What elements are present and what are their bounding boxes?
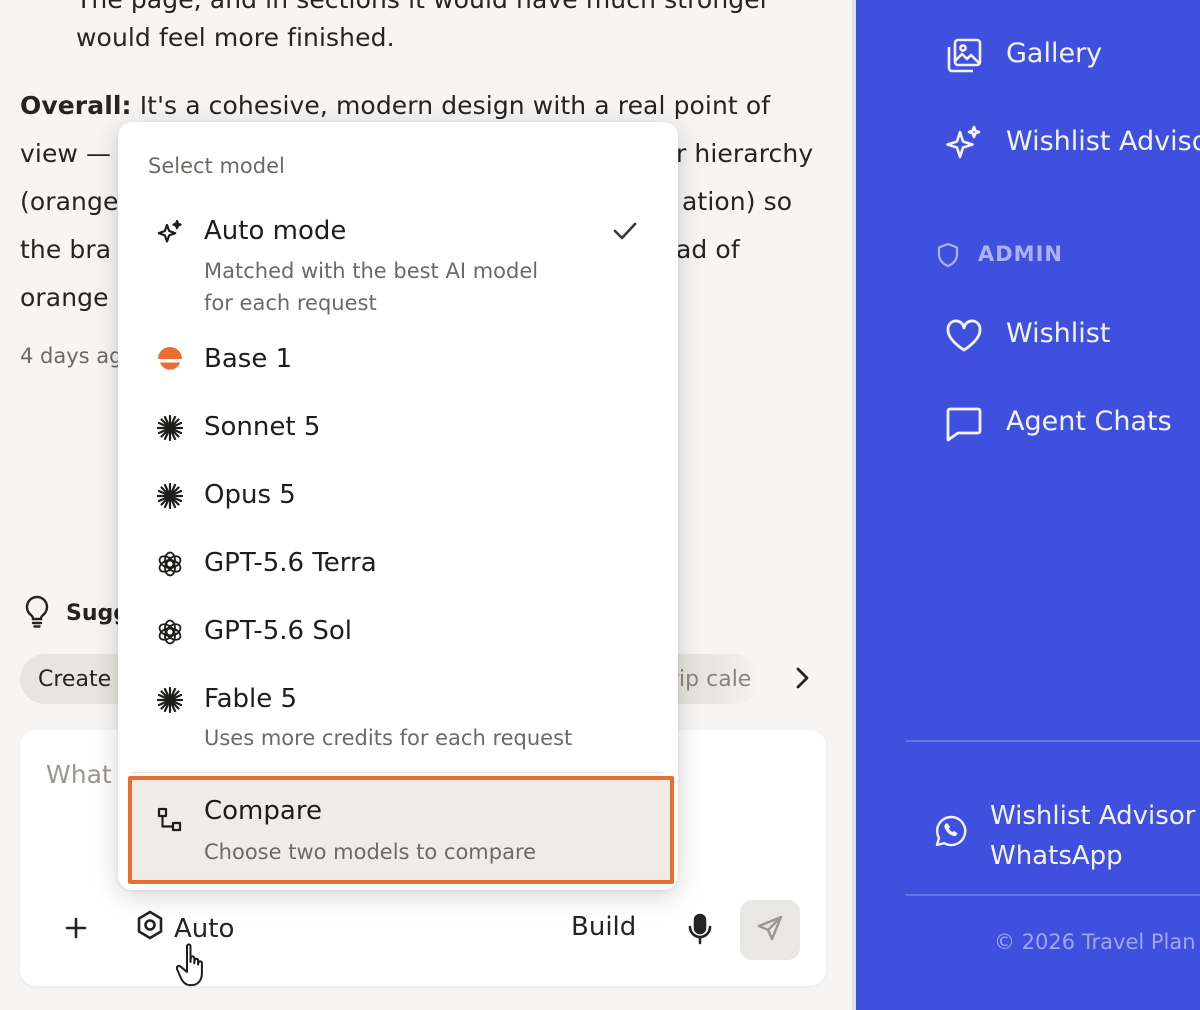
model-name: Fable 5 [204, 684, 298, 714]
model-description: Uses more credits for each request [204, 726, 573, 750]
model-description: Matched with the best AI model [204, 259, 539, 283]
shield-icon [936, 242, 960, 272]
send-button[interactable] [740, 900, 800, 960]
model-selector-label: Auto [174, 913, 235, 944]
model-option-gpt-sol[interactable]: GPT-5.6 Sol [118, 604, 678, 664]
flowchart-icon [156, 806, 184, 834]
model-select-dropdown: Select model Auto mode Matched with the … [118, 122, 678, 890]
message-line: ation) so [682, 187, 793, 216]
message-line: The page, and in sections it would have … [76, 0, 770, 16]
message-line: (orange [20, 187, 119, 216]
sidebar-divider [906, 894, 1200, 896]
asterisk-icon [156, 686, 184, 714]
message-line: would feel more finished. [76, 23, 395, 52]
model-name: Base 1 [204, 344, 293, 374]
message-line: ad of [676, 235, 740, 264]
chevron-right-icon[interactable] [786, 662, 818, 694]
model-description: Choose two models to compare [204, 840, 537, 864]
lightbulb-icon [22, 594, 52, 632]
gallery-icon[interactable] [944, 36, 984, 76]
heart-icon[interactable] [944, 316, 984, 356]
admin-section-label: ADMIN [978, 242, 1063, 266]
sparkle-icon[interactable] [944, 124, 984, 164]
message-text: It's a cohesive, modern design with a re… [139, 91, 771, 120]
sidebar-item-wishlist-advisor[interactable]: Wishlist Advisor [1006, 126, 1200, 157]
model-option-gpt-terra[interactable]: GPT-5.6 Terra [118, 536, 678, 596]
whatsapp-label-line: WhatsApp [990, 841, 1123, 871]
sparkle-icon [156, 219, 184, 247]
message-line: the bra [20, 235, 112, 264]
dropdown-divider [132, 772, 662, 773]
openai-icon [156, 550, 184, 578]
microphone-icon[interactable] [684, 912, 716, 946]
asterisk-icon [156, 414, 184, 442]
model-option-opus-5[interactable]: Opus 5 [118, 468, 678, 528]
model-description: for each request [204, 291, 377, 315]
model-name: GPT-5.6 Terra [204, 548, 377, 578]
message-timestamp: 4 days ag [20, 344, 123, 368]
compare-option[interactable]: Compare Choose two models to compare [128, 776, 674, 884]
model-option-auto[interactable]: Auto mode Matched with the best AI model… [118, 122, 678, 322]
sidebar-divider [906, 740, 1200, 742]
overall-label: Overall: [20, 91, 132, 120]
model-name: Auto mode [204, 216, 347, 246]
message-line: Overall: It's a cohesive, modern design … [20, 90, 770, 122]
message-line: orange [20, 283, 109, 312]
sidebar-item-wishlist[interactable]: Wishlist [1006, 318, 1110, 349]
whatsapp-label-line: Wishlist Advisor [990, 801, 1196, 831]
model-name: GPT-5.6 Sol [204, 616, 352, 646]
plus-icon[interactable] [60, 912, 92, 944]
copyright-text: © 2026 Travel Plan [994, 930, 1196, 954]
whatsapp-link[interactable]: Wishlist Advisor WhatsApp [990, 796, 1195, 876]
sidebar-item-agent-chats[interactable]: Agent Chats [1006, 406, 1172, 437]
model-option-sonnet-5[interactable]: Sonnet 5 [118, 400, 678, 460]
model-name: Compare [204, 796, 322, 826]
message-line: r hierarchy [676, 139, 814, 168]
sidebar: Gallery Wishlist Advisor ADMIN Wishlist … [852, 0, 1200, 1010]
openai-icon [156, 618, 184, 646]
whatsapp-icon[interactable] [934, 814, 968, 852]
model-option-fable-5[interactable]: Fable 5 Uses more credits for each reque… [118, 672, 678, 768]
message-line: view — [20, 139, 112, 168]
hand-cursor-icon [175, 942, 216, 996]
checkmark-icon [612, 220, 638, 246]
chat-icon[interactable] [944, 404, 984, 444]
half-circle-icon [156, 346, 184, 374]
sidebar-item-gallery[interactable]: Gallery [1006, 38, 1102, 69]
composer-placeholder[interactable]: What [46, 760, 112, 789]
send-icon [756, 914, 784, 946]
asterisk-icon [156, 482, 184, 510]
hexagon-icon [136, 910, 164, 947]
model-option-base-1[interactable]: Base 1 [118, 332, 678, 392]
model-name: Opus 5 [204, 480, 296, 510]
build-button[interactable]: Build [571, 912, 636, 942]
suggestions-header: Sugg [22, 594, 129, 632]
model-name: Sonnet 5 [204, 412, 321, 442]
